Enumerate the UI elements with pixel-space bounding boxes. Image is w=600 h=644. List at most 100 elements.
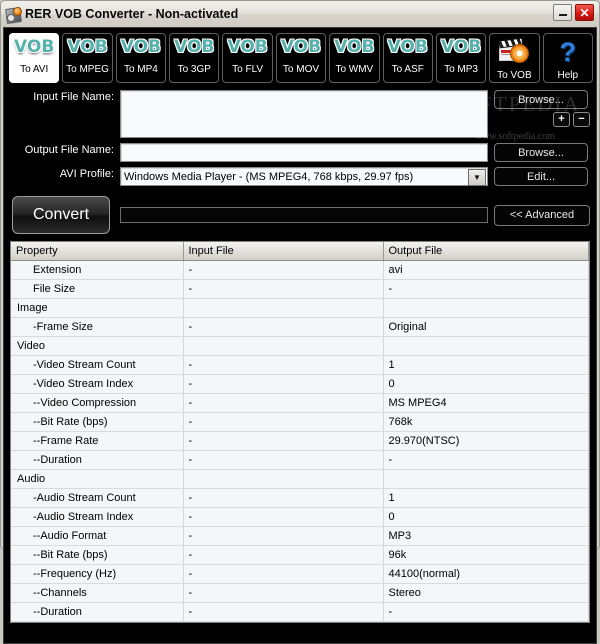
output-file-cell: 44100(normal) (383, 564, 589, 584)
toolbar-button-label: To ASF (391, 64, 424, 75)
table-row[interactable]: --Bit Rate (bps) -768k (11, 412, 589, 432)
input-file-cell: - (183, 317, 384, 337)
table-row[interactable]: -Frame Size - Original (11, 317, 589, 337)
output-file-cell (383, 298, 589, 318)
table-row[interactable]: --Channels - Stereo (11, 583, 589, 603)
toolbar-button-help[interactable]: ? Help (542, 33, 593, 83)
remove-file-button[interactable]: − (573, 112, 590, 127)
convert-button[interactable]: Convert (12, 196, 110, 234)
table-row[interactable]: Video (11, 336, 589, 356)
output-file-cell: avi (383, 260, 589, 280)
input-file-field[interactable] (120, 90, 488, 138)
table-row[interactable]: --Audio Format - MP3 (11, 526, 589, 546)
output-file-actions: Browse... (488, 143, 590, 162)
table-row[interactable]: --Frequency (Hz) -44100(normal) (11, 564, 589, 584)
toolbar-button-to-mp4[interactable]: VOB To MP4 (115, 33, 167, 83)
advanced-toggle-button[interactable]: << Advanced (494, 204, 590, 226)
input-file-cell: - (183, 355, 384, 375)
property-cell: -Audio Stream Index (11, 507, 184, 527)
vob-icon: VOB (227, 37, 268, 57)
table-row[interactable]: --Frame Rate -29.970(NTSC) (11, 431, 589, 451)
browse-output-button[interactable]: Browse... (494, 143, 588, 162)
table-row[interactable]: --Bit Rate (bps) -96k (11, 545, 589, 565)
output-file-cell: - (383, 279, 589, 299)
table-column-header[interactable]: Input File (183, 242, 384, 261)
output-file-cell: - (383, 602, 589, 622)
table-bottom-strip (4, 623, 596, 637)
table-row[interactable]: -Audio Stream Index -0 (11, 507, 589, 527)
table-row[interactable]: Extension - avi (11, 260, 589, 280)
table-row[interactable]: --Duration - - (11, 602, 589, 622)
input-file-cell: - (183, 602, 384, 622)
output-file-cell: 1 (383, 355, 589, 375)
toolbar-button-to-asf[interactable]: VOB To ASF (382, 33, 433, 83)
output-file-cell: Original (383, 317, 589, 337)
input-file-cell: - (183, 488, 384, 508)
property-cell: --Duration (11, 602, 184, 622)
table-row[interactable]: File Size - - (11, 279, 589, 299)
table-row[interactable]: -Audio Stream Count -1 (11, 488, 589, 508)
property-cell: -Frame Size (11, 317, 184, 337)
output-file-field[interactable] (120, 143, 488, 162)
toolbar-button-to-flv[interactable]: VOB To FLV (222, 33, 273, 83)
table-row[interactable]: Audio (11, 469, 589, 489)
toolbar-button-to-mov[interactable]: VOB To MOV (275, 33, 327, 83)
vob-icon: VOB (280, 37, 322, 57)
properties-table: Property Input File Output File Extension -… (11, 242, 589, 622)
toolbar-button-to-avi[interactable]: VOB To AVI (9, 33, 60, 83)
format-toolbar: VOB To AVI VOB To MPEG VOB To MP4 VOB To 3GP VOB… (4, 28, 596, 86)
table-row[interactable]: -Video Stream Count -1 (11, 355, 589, 375)
toolbar-button-label: To FLV (232, 64, 264, 75)
profile-row: AVI Profile: Windows Media Player - (MS … (10, 167, 590, 186)
toolbar-button-to-mp3[interactable]: VOB To MP3 (435, 33, 487, 83)
property-cell: --Bit Rate (bps) (11, 545, 184, 565)
property-cell: --Bit Rate (bps) (11, 412, 184, 432)
table-row[interactable]: -Video Stream Index -0 (11, 374, 589, 394)
title-bar: RER VOB Converter - Non-activated ✕ (1, 1, 599, 27)
close-button[interactable]: ✕ (575, 4, 594, 21)
output-file-label: Output File Name: (24, 144, 114, 156)
progress-bar (120, 207, 488, 223)
main-panel: VOB To AVI VOB To MPEG VOB To MP4 VOB To 3GP VOB… (3, 27, 597, 644)
input-file-cell: - (183, 564, 384, 584)
property-cell: -Video Stream Count (11, 355, 184, 375)
input-file-row: Input File Name: Browse... + − (10, 90, 590, 138)
toolbar-button-label: To WMV (335, 64, 374, 75)
profile-label: AVI Profile: (59, 168, 114, 180)
table-column-header[interactable]: Output File (383, 242, 589, 261)
input-file-cell: - (183, 583, 384, 603)
profile-actions: Edit... (488, 167, 590, 186)
property-cell: --Audio Format (11, 526, 184, 546)
profile-selected-value: Windows Media Player - (MS MPEG4, 768 kb… (124, 170, 414, 183)
vob-icon: VOB (174, 37, 215, 57)
minimize-button[interactable] (553, 4, 572, 21)
profile-select[interactable]: Windows Media Player - (MS MPEG4, 768 kb… (120, 167, 488, 186)
toolbar-button-to-vob[interactable]: To VOB (489, 33, 540, 83)
toolbar-button-to-3gp[interactable]: VOB To 3GP (169, 33, 220, 83)
input-file-cell: - (183, 374, 384, 394)
app-icon (5, 6, 22, 24)
toolbar-button-label: To MPEG (66, 64, 109, 75)
output-file-cell (383, 469, 589, 489)
table-row[interactable]: Image (11, 298, 589, 318)
add-remove-group: + − (553, 112, 590, 127)
vob-icon: VOB (440, 37, 482, 57)
output-file-cell: 96k (383, 545, 589, 565)
toolbar-button-to-mpeg[interactable]: VOB To MPEG (62, 33, 113, 83)
toolbar-button-label: To MOV (282, 64, 320, 75)
edit-profile-button[interactable]: Edit... (494, 167, 588, 186)
toolbar-button-label: To MP4 (123, 64, 158, 75)
add-file-button[interactable]: + (553, 112, 570, 127)
table-row[interactable]: --Video Compression - MS MPEG4 (11, 393, 589, 413)
toolbar-button-label: To MP3 (444, 64, 478, 75)
app-window: RER VOB Converter - Non-activated ✕ VOB T… (0, 0, 600, 644)
table-column-header[interactable]: Property (11, 242, 184, 261)
toolbar-button-to-wmv[interactable]: VOB To WMV (329, 33, 380, 83)
output-file-cell (383, 336, 589, 356)
table-row[interactable]: --Duration - - (11, 450, 589, 470)
toolbar-button-label: To VOB (497, 70, 532, 81)
browse-input-button[interactable]: Browse... (494, 90, 588, 109)
chevron-down-icon[interactable]: ▼ (468, 169, 486, 186)
toolbar-button-label: Help (557, 70, 579, 81)
window-title: RER VOB Converter - Non-activated (25, 7, 239, 21)
